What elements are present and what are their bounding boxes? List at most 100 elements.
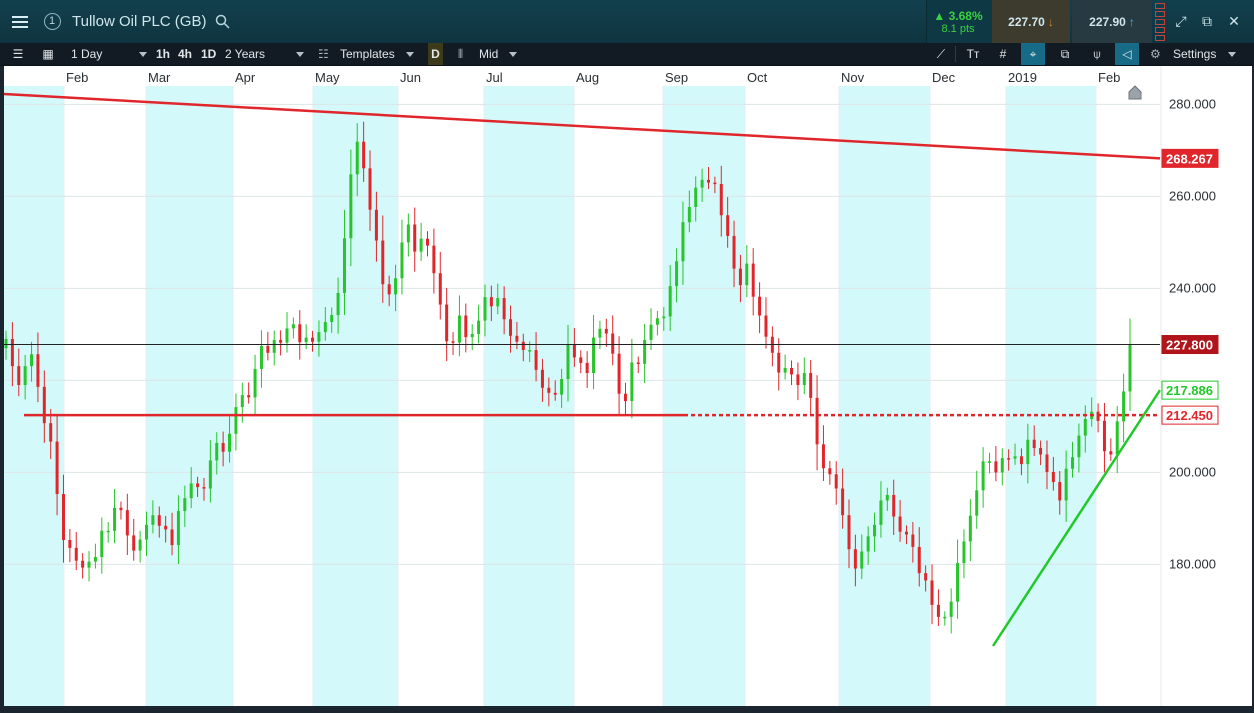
candle-body xyxy=(1007,458,1011,460)
candle-body xyxy=(1039,448,1043,455)
candle-body xyxy=(847,515,851,550)
settings-caret-icon[interactable] xyxy=(1228,43,1236,65)
candle-body xyxy=(509,319,513,336)
candle-body xyxy=(515,335,519,342)
interval-dropdown[interactable]: 1 Day xyxy=(71,43,102,65)
period-dropdown[interactable]: 2 Years xyxy=(225,43,265,65)
candle-body xyxy=(675,261,679,287)
candle-body xyxy=(988,461,991,463)
candle-body xyxy=(521,341,525,351)
window-titlebar: 1 Tullow Oil PLC (GB) ▲ 3.68% 8.1 pts 22… xyxy=(0,0,1254,44)
templates-dropdown[interactable]: Templates xyxy=(340,43,395,65)
crosshair-icon[interactable]: ⌖ xyxy=(1021,43,1045,65)
candle-body xyxy=(598,328,602,338)
price-type-caret-icon[interactable] xyxy=(509,43,517,65)
candle-body xyxy=(23,366,27,385)
copy-icon[interactable]: ⧉ xyxy=(1053,43,1077,65)
candle-body xyxy=(259,345,263,369)
candle-body xyxy=(221,442,225,452)
templates-icon: ☷ xyxy=(318,47,329,61)
templates-caret-icon[interactable] xyxy=(406,43,414,65)
candle-body xyxy=(253,368,257,398)
candle-body xyxy=(406,224,410,243)
interval-caret-icon[interactable] xyxy=(139,43,147,65)
search-icon[interactable] xyxy=(214,0,230,43)
candle-body xyxy=(368,168,372,210)
price-type-dropdown[interactable]: Mid xyxy=(479,43,498,65)
candle-body xyxy=(809,373,813,398)
candle-body xyxy=(10,339,14,367)
candle-body xyxy=(936,604,940,617)
candle-body xyxy=(777,352,781,373)
sell-button[interactable]: 227.70 ↓ xyxy=(992,0,1070,43)
candle-body xyxy=(930,580,934,605)
menu-button[interactable] xyxy=(0,0,40,43)
period-caret-icon[interactable] xyxy=(296,43,304,65)
buy-button[interactable]: 227.90 ↑ xyxy=(1072,0,1152,43)
candle-body xyxy=(1000,458,1004,473)
gear-icon[interactable]: ⚙ xyxy=(1150,43,1161,65)
candle-body xyxy=(81,560,85,568)
candle-body xyxy=(100,530,104,558)
candle-body xyxy=(68,540,72,548)
candle-body xyxy=(176,511,180,546)
candle-body xyxy=(145,524,148,540)
price-tick-label: 240.000 xyxy=(1169,280,1216,295)
candle-body xyxy=(362,141,366,169)
expand-icon[interactable]: ⤢ xyxy=(1168,0,1194,43)
candle-body xyxy=(713,182,717,185)
month-band xyxy=(313,86,398,706)
interval-4h[interactable]: 4h xyxy=(178,43,192,65)
interval-1h[interactable]: 1h xyxy=(156,43,170,65)
month-band xyxy=(146,86,233,706)
candle-body xyxy=(655,318,659,325)
candle-body xyxy=(1045,454,1049,472)
candle-body xyxy=(560,379,564,395)
settings-button[interactable]: Settings xyxy=(1173,43,1216,65)
candle-body xyxy=(49,423,53,442)
candle-body xyxy=(758,296,762,316)
menu-icon xyxy=(12,15,28,28)
candle-body xyxy=(113,507,117,531)
candle-body xyxy=(815,397,819,445)
interval-1d[interactable]: 1D xyxy=(201,43,216,65)
price-chart[interactable]: Feb Mar Apr May Jun Jul Aug Sep Oct Nov Dec 2019 Feb… xyxy=(4,66,1252,706)
candle-body xyxy=(553,392,557,395)
grid-icon[interactable]: # xyxy=(991,43,1015,65)
date-tick-label: Nov xyxy=(841,70,865,85)
candle-body xyxy=(272,339,276,353)
candle-body xyxy=(738,268,742,286)
candle-body xyxy=(234,407,238,434)
popout-icon[interactable]: ⧉ xyxy=(1194,0,1220,43)
candle-body xyxy=(311,337,315,342)
up-triangle-icon: ▲ xyxy=(933,8,946,23)
trendline-price-value: 217.886 xyxy=(1166,383,1213,398)
close-icon[interactable]: ✕ xyxy=(1221,0,1247,43)
candle-body xyxy=(636,362,640,364)
candle-body xyxy=(592,337,596,374)
candle-body xyxy=(1109,451,1113,455)
candle-body xyxy=(528,350,532,352)
date-tick-label: May xyxy=(315,70,340,85)
month-band xyxy=(4,86,64,706)
candle-body xyxy=(700,179,704,188)
candle-body xyxy=(681,222,685,262)
candle-body xyxy=(726,215,730,236)
candle-body xyxy=(125,510,129,536)
text-tool-icon[interactable]: Tт xyxy=(961,43,985,65)
instrument-title[interactable]: Tullow Oil PLC (GB) xyxy=(72,0,206,43)
indicator-icon[interactable]: ⍦ xyxy=(1085,43,1109,65)
candle-body xyxy=(349,174,353,239)
candle-body xyxy=(1058,482,1062,501)
candle-body xyxy=(93,557,97,562)
price-tick-label: 180.000 xyxy=(1169,556,1216,571)
date-tick-label: Jun xyxy=(400,70,421,85)
d-button[interactable]: D xyxy=(428,43,443,65)
instrument-index-badge[interactable]: 1 xyxy=(40,0,64,43)
list-icon[interactable]: ☰ xyxy=(6,43,30,65)
draw-line-icon[interactable]: ⟋ xyxy=(929,43,953,65)
candle-body xyxy=(183,498,187,512)
label-tag-icon[interactable]: ◁ xyxy=(1115,43,1139,65)
layout-icon[interactable]: ▦ xyxy=(36,43,60,65)
candle-body xyxy=(707,179,710,183)
